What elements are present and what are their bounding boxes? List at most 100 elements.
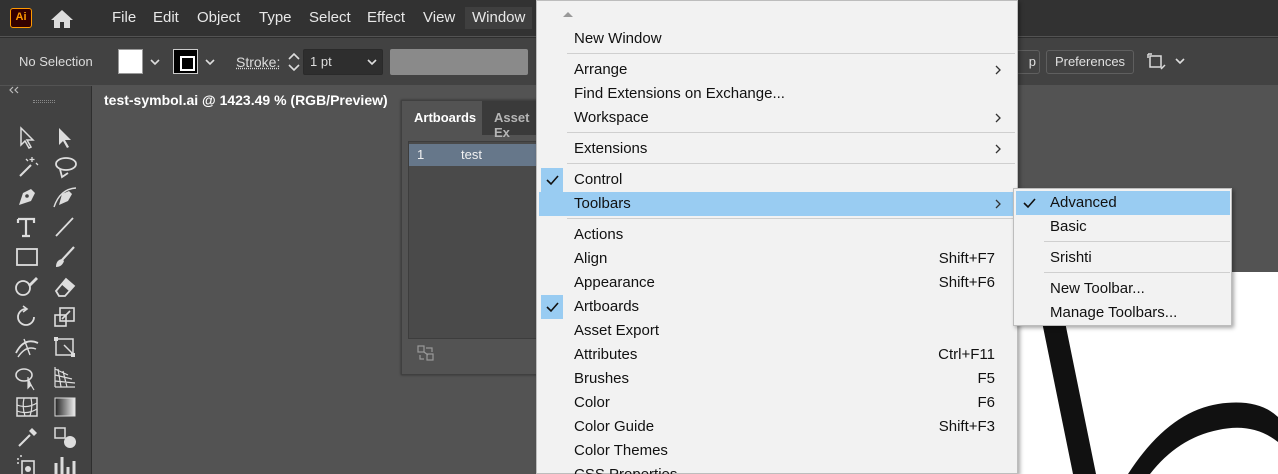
chevron-right-icon — [995, 65, 1001, 75]
selection-status: No Selection — [19, 54, 93, 69]
window-menu: New Window Arrange Find Extensions on Ex… — [536, 0, 1018, 474]
toolbars-submenu: Advanced Basic Srishti New Toolbar... Ma… — [1013, 188, 1232, 326]
selection-tool-icon[interactable] — [12, 123, 42, 151]
transform-icon[interactable] — [1146, 52, 1168, 72]
chevron-right-icon — [995, 199, 1001, 209]
stepper-arrows-icon[interactable] — [286, 50, 302, 74]
type-tool-icon[interactable] — [12, 213, 42, 241]
width-tool-icon[interactable] — [12, 333, 42, 361]
shaper-tool-icon[interactable] — [12, 273, 42, 301]
chevron-down-icon[interactable] — [149, 56, 161, 68]
menu-item-find-extensions[interactable]: Find Extensions on Exchange... — [539, 82, 1015, 106]
chevron-right-icon — [995, 144, 1001, 154]
illustrator-logo: Ai — [10, 8, 32, 28]
checkmark-icon — [1023, 198, 1036, 209]
menu-object[interactable]: Object — [190, 7, 247, 29]
scale-tool-icon[interactable] — [50, 303, 80, 331]
symbol-sprayer-tool-icon[interactable] — [12, 453, 42, 474]
artboard-row[interactable]: 1 test — [409, 144, 543, 166]
perspective-grid-tool-icon[interactable] — [50, 363, 80, 391]
menu-separator — [1044, 272, 1230, 273]
menu-item-control[interactable]: Control — [539, 168, 1015, 192]
artboards-list: 1 test — [408, 141, 543, 339]
document-tab[interactable]: test-symbol.ai @ 1423.49 % (RGB/Preview) — [93, 85, 398, 117]
menu-separator — [567, 218, 1015, 219]
menu-item-align[interactable]: Align Shift+F7 — [539, 247, 1015, 271]
submenu-item-basic[interactable]: Basic — [1016, 215, 1230, 239]
rotate-tool-icon[interactable] — [12, 303, 42, 331]
line-segment-tool-icon[interactable] — [50, 213, 80, 241]
menu-item-asset-export[interactable]: Asset Export — [539, 319, 1015, 343]
stroke-color-swatch[interactable] — [173, 49, 198, 74]
menu-window[interactable]: Window — [465, 7, 533, 29]
tab-artboards[interactable]: Artboards — [402, 101, 482, 135]
menu-item-workspace[interactable]: Workspace — [539, 106, 1015, 130]
magic-wand-tool-icon[interactable] — [12, 153, 42, 181]
mesh-tool-icon[interactable] — [12, 393, 42, 421]
menu-effect[interactable]: Effect — [360, 7, 412, 29]
artboard-name[interactable]: test — [461, 144, 482, 166]
menu-item-css-properties[interactable]: CSS Properties — [539, 463, 1015, 474]
curvature-tool-icon[interactable] — [50, 183, 80, 211]
chevron-down-icon[interactable] — [1174, 55, 1186, 67]
shortcut-label: F6 — [977, 394, 995, 411]
chevron-down-icon[interactable] — [204, 56, 216, 68]
menu-item-arrange[interactable]: Arrange — [539, 58, 1015, 82]
panel-grip[interactable] — [33, 100, 55, 103]
menu-select[interactable]: Select — [302, 7, 358, 29]
stroke-label[interactable]: Stroke: — [236, 54, 280, 70]
pen-tool-icon[interactable] — [12, 183, 42, 211]
submenu-item-advanced[interactable]: Advanced — [1016, 191, 1230, 215]
menu-item-appearance[interactable]: Appearance Shift+F6 — [539, 271, 1015, 295]
menu-item-attributes[interactable]: Attributes Ctrl+F11 — [539, 343, 1015, 367]
menu-edit[interactable]: Edit — [146, 7, 186, 29]
preferences-button[interactable]: Preferences — [1046, 50, 1134, 74]
menu-item-new-window[interactable]: New Window — [539, 27, 1015, 51]
shortcut-label: Shift+F3 — [938, 418, 995, 435]
eraser-tool-icon[interactable] — [50, 273, 80, 301]
shape-builder-tool-icon[interactable] — [12, 363, 42, 391]
menu-item-brushes[interactable]: Brushes F5 — [539, 367, 1015, 391]
checkmark-icon — [541, 168, 563, 192]
menu-item-artboards[interactable]: Artboards — [539, 295, 1015, 319]
variable-width-profile-field[interactable] — [390, 49, 528, 75]
collapse-panel-icon[interactable] — [8, 86, 20, 94]
direct-selection-tool-icon[interactable] — [50, 123, 80, 151]
fill-color-swatch[interactable] — [118, 49, 143, 74]
tab-asset-export[interactable]: Asset Ex — [494, 110, 542, 140]
tools-panel — [0, 86, 92, 474]
paintbrush-tool-icon[interactable] — [50, 243, 80, 271]
menu-view[interactable]: View — [416, 7, 462, 29]
lasso-tool-icon[interactable] — [50, 153, 80, 181]
rearrange-artboards-icon[interactable] — [416, 344, 436, 362]
menu-item-actions[interactable]: Actions — [539, 223, 1015, 247]
shortcut-label: F5 — [977, 370, 995, 387]
menu-item-color[interactable]: Color F6 — [539, 391, 1015, 415]
chevron-right-icon — [995, 113, 1001, 123]
shortcut-label: Shift+F6 — [938, 274, 995, 291]
shortcut-label: Ctrl+F11 — [938, 346, 995, 363]
submenu-item-new-toolbar[interactable]: New Toolbar... — [1016, 277, 1230, 301]
scroll-up-arrow-icon[interactable] — [561, 9, 575, 19]
column-graph-tool-icon[interactable] — [50, 453, 80, 474]
menu-item-color-guide[interactable]: Color Guide Shift+F3 — [539, 415, 1015, 439]
chevron-down-icon[interactable] — [366, 56, 378, 68]
menu-file[interactable]: File — [105, 7, 143, 29]
submenu-item-srishti[interactable]: Srishti — [1016, 246, 1230, 270]
gradient-tool-icon[interactable] — [50, 393, 80, 421]
rectangle-tool-icon[interactable] — [12, 243, 42, 271]
panel-tab-bar: Artboards Asset Ex — [402, 101, 542, 140]
menu-item-toolbars[interactable]: Toolbars — [539, 192, 1015, 216]
app-window: Ai File Edit Object Type Select Effect V… — [0, 0, 1278, 474]
free-transform-tool-icon[interactable] — [50, 333, 80, 361]
menu-item-color-themes[interactable]: Color Themes — [539, 439, 1015, 463]
eyedropper-tool-icon[interactable] — [12, 423, 42, 451]
menu-separator — [567, 132, 1015, 133]
home-icon[interactable] — [49, 8, 75, 30]
menu-type[interactable]: Type — [252, 7, 299, 29]
artboard-number: 1 — [417, 147, 425, 162]
blend-tool-icon[interactable] — [50, 423, 80, 451]
submenu-item-manage-toolbars[interactable]: Manage Toolbars... — [1016, 301, 1230, 325]
menu-item-extensions[interactable]: Extensions — [539, 137, 1015, 161]
checkmark-icon — [541, 295, 563, 319]
